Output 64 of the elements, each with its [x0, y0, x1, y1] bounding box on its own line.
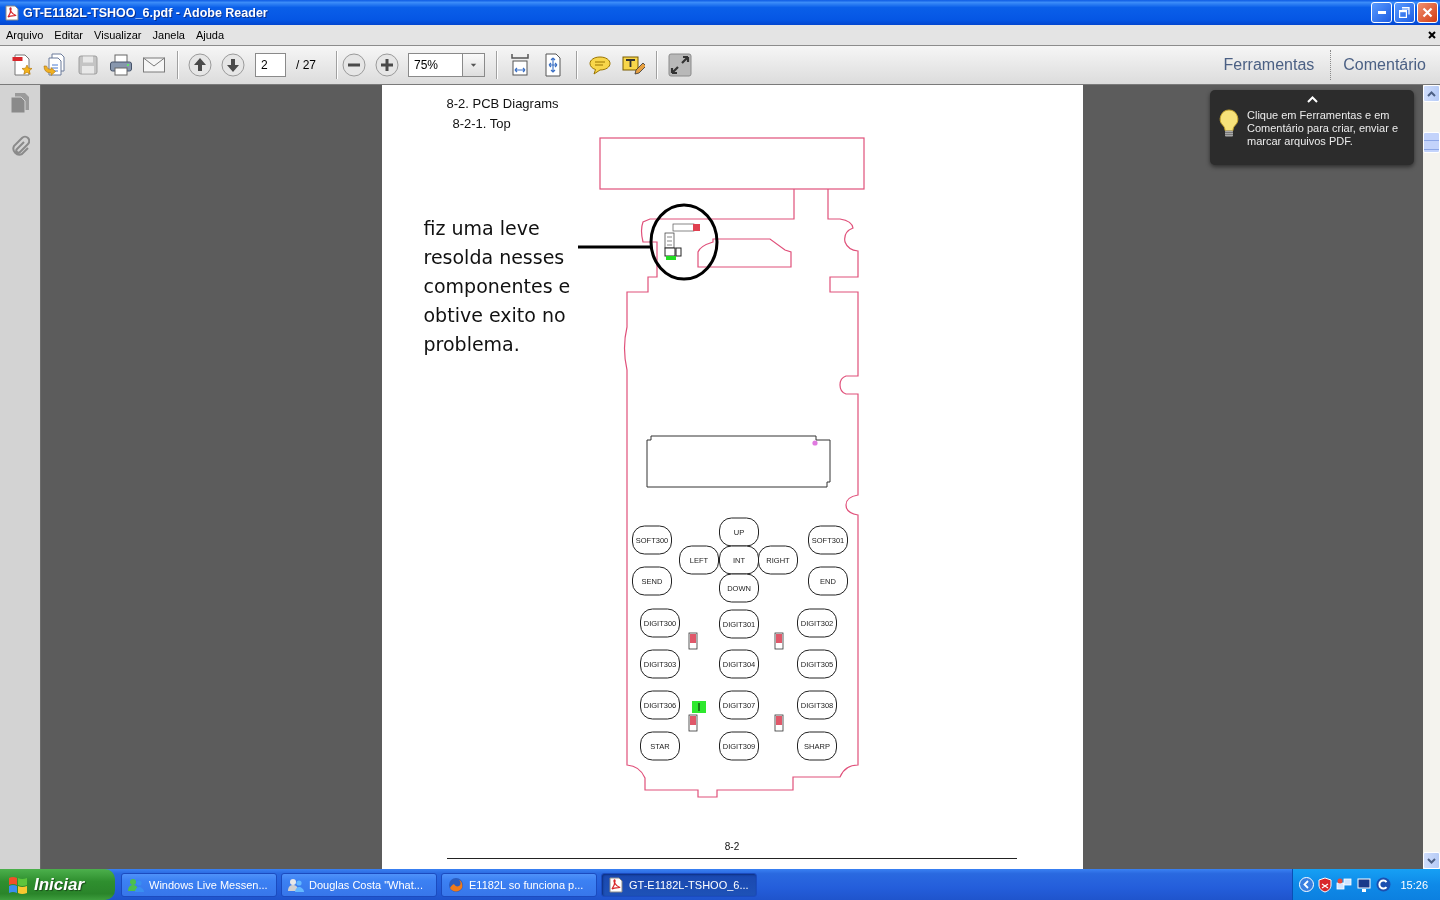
scrollbar-thumb[interactable]: [1423, 132, 1440, 153]
print-icon[interactable]: [109, 53, 133, 77]
menu-item[interactable]: Janela: [152, 29, 185, 41]
restore-button[interactable]: [1394, 2, 1415, 23]
collapse-caret-icon[interactable]: [1306, 96, 1318, 103]
chevron-left-icon[interactable]: [1299, 877, 1315, 892]
taskbar-button[interactable]: E1182L so funciona p...: [441, 872, 597, 897]
speech-bubble-icon[interactable]: [588, 53, 612, 77]
scroll-down-button[interactable]: [1423, 852, 1440, 869]
resistor-icon: [688, 714, 697, 732]
network-icon[interactable]: [1336, 876, 1353, 893]
taskbar-button[interactable]: Douglas Costa "What...: [281, 872, 437, 897]
menu-item[interactable]: Editar: [54, 29, 84, 41]
menu-item[interactable]: Ajuda: [195, 29, 225, 41]
zoom-out-icon[interactable]: [342, 53, 366, 77]
resistor-icon: [688, 632, 697, 650]
start-button[interactable]: Iniciar: [0, 869, 115, 900]
chevron-down-icon: [1427, 857, 1436, 864]
document-star-icon[interactable]: [10, 53, 34, 77]
pdf-document-icon: [4, 4, 20, 21]
subsection-heading: 8-2-1. Top: [452, 116, 511, 131]
resistor-icon: [774, 632, 783, 650]
chevron-up-icon: [1427, 90, 1436, 97]
paperclip-icon[interactable]: [10, 135, 30, 157]
close-button[interactable]: [1417, 2, 1438, 23]
pin-dot-icon: [811, 440, 818, 446]
section-heading: 8-2. PCB Diagrams: [446, 96, 559, 111]
globe-icon: [448, 876, 464, 893]
close-icon[interactable]: [1428, 31, 1436, 39]
page-count: / 27: [296, 58, 316, 72]
tip-text: Clique em Ferramentas e em Comentário para criar, enviar e marcar arquivos PDF.: [1247, 109, 1399, 148]
note-pencil-icon[interactable]: [621, 53, 645, 77]
capacitor-icon: [691, 701, 706, 713]
handwritten-note: fiz uma leve resolda nesses componentes e obtive exito no problema.: [423, 216, 572, 357]
dropdown-caret-icon[interactable]: [462, 53, 485, 77]
pdf-document-icon: [608, 876, 624, 893]
people-icon: [288, 876, 304, 893]
menu-item[interactable]: Visualizar: [94, 29, 142, 41]
taskbar-button[interactable]: GT-E1182L-TSHOO_6...: [601, 872, 757, 897]
menu-item[interactable]: Arquivo: [6, 29, 44, 41]
resistor-icon: [774, 714, 783, 732]
shield-icon[interactable]: [1318, 876, 1333, 893]
lightbulb-icon: [1218, 109, 1240, 139]
window-title: GT-E1182L-TSHOO_6.pdf - Adobe Reader: [23, 5, 269, 20]
document-arrow-icon[interactable]: [43, 53, 67, 77]
restore-icon: [1399, 7, 1410, 18]
monitor-icon[interactable]: [1356, 876, 1373, 893]
close-icon: [1422, 7, 1433, 18]
scroll-up-button[interactable]: [1423, 85, 1440, 102]
windows-flag-icon: [8, 875, 28, 894]
taskbar-button[interactable]: Windows Live Messen...: [121, 872, 277, 897]
people-icon: [128, 876, 144, 893]
component-cluster-drawing: [664, 223, 700, 260]
page-number-field[interactable]: 2: [255, 53, 286, 77]
fit-width-icon[interactable]: [508, 53, 532, 77]
panel-button[interactable]: Ferramentas: [1223, 56, 1315, 74]
page-number: 8-2: [724, 841, 740, 853]
zoom-field[interactable]: 75%: [408, 53, 462, 77]
zoom-in-icon[interactable]: [375, 53, 399, 77]
panel-button[interactable]: Comentário: [1343, 56, 1426, 74]
minimize-icon: [1377, 11, 1386, 14]
clock: 15:26: [1400, 878, 1428, 891]
expand-icon[interactable]: [668, 53, 692, 77]
minimize-button[interactable]: [1371, 2, 1392, 23]
